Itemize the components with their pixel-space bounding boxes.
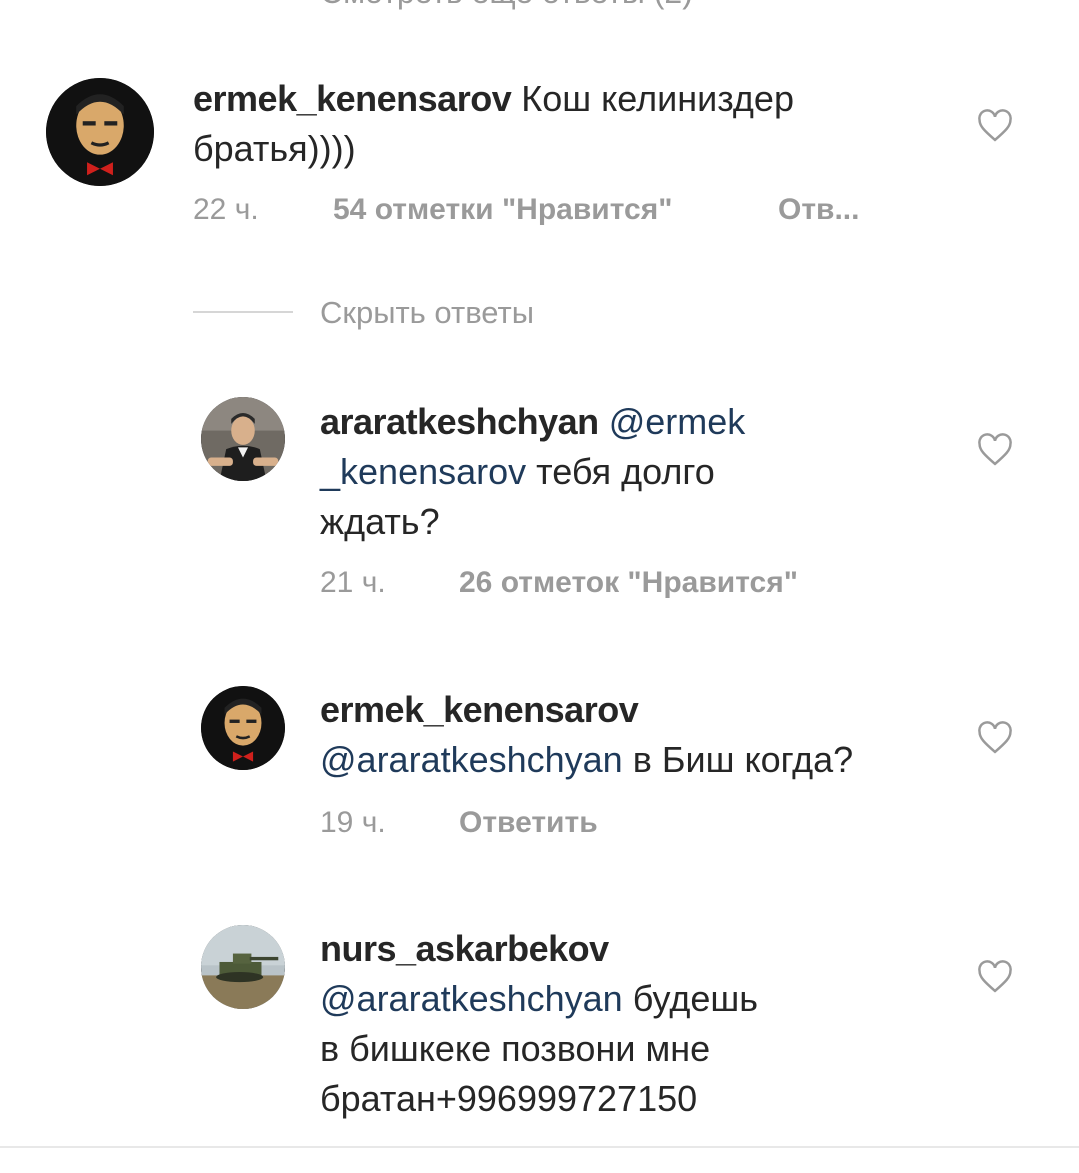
comment-username-line: ermek_kenensarov [320, 685, 639, 735]
comment-body: araratkeshchyan @ermek [320, 397, 745, 447]
comment-text-line3: в бишкеке позвони мне [320, 1028, 711, 1069]
heart-outline-icon[interactable] [976, 721, 1014, 755]
comment-text-line3: ждать? [320, 501, 440, 542]
comment-text-line2: _kenensarov тебя долго [320, 447, 715, 497]
mention-link[interactable]: @ermek [609, 401, 746, 442]
comment-likes[interactable]: 54 отметки "Нравится" [333, 193, 672, 227]
mention-link[interactable]: @araratkeshchyan [320, 978, 623, 1019]
comment-username[interactable]: ermek_kenensarov [193, 78, 512, 119]
comment-username-line: nurs_askarbekov [320, 924, 609, 974]
comment-text-line4: братан+996999727150 [320, 1078, 698, 1119]
comment-time: 19 ч. [320, 806, 386, 839]
comment-text: Кош келиниздер [521, 78, 794, 119]
heart-outline-icon[interactable] [976, 433, 1014, 467]
comment-text: будешь [622, 978, 759, 1019]
comment-time: 22 ч. [193, 193, 259, 226]
comment-body: ermek_kenensarov Кош келиниздер [193, 74, 794, 124]
reply-button[interactable]: Отв... [778, 193, 859, 227]
comment-text-line2: братья)))) [193, 128, 356, 169]
reply-button[interactable]: Ответить [459, 806, 598, 840]
comment-text-line2: @araratkeshchyan в Биш когда? [320, 735, 853, 785]
comment-text: в Биш когда? [622, 739, 854, 780]
avatar-ermek[interactable] [201, 686, 285, 770]
mention-link[interactable]: _kenensarov [320, 451, 526, 492]
comment-text-line2: @araratkeshchyan будешь [320, 974, 758, 1024]
heart-outline-icon[interactable] [976, 109, 1014, 143]
avatar-ermek[interactable] [46, 78, 154, 186]
comment-time: 21 ч. [320, 566, 386, 599]
view-more-replies-link[interactable]: Смотреть еще ответы (2) [320, 0, 693, 11]
comment-username[interactable]: ermek_kenensarov [320, 689, 639, 730]
avatar-nurs[interactable] [201, 925, 285, 1009]
divider [193, 311, 293, 313]
comment-likes[interactable]: 26 отметок "Нравится" [459, 566, 798, 600]
bottom-divider [0, 1146, 1079, 1148]
hide-replies-button[interactable]: Скрыть ответы [320, 295, 534, 331]
avatar-ararat[interactable] [201, 397, 285, 481]
comment-username[interactable]: nurs_askarbekov [320, 928, 609, 969]
comment-text: тебя долго [526, 451, 715, 492]
comment-username[interactable]: araratkeshchyan [320, 401, 599, 442]
mention-link[interactable]: @araratkeshchyan [320, 739, 623, 780]
heart-outline-icon[interactable] [976, 960, 1014, 994]
